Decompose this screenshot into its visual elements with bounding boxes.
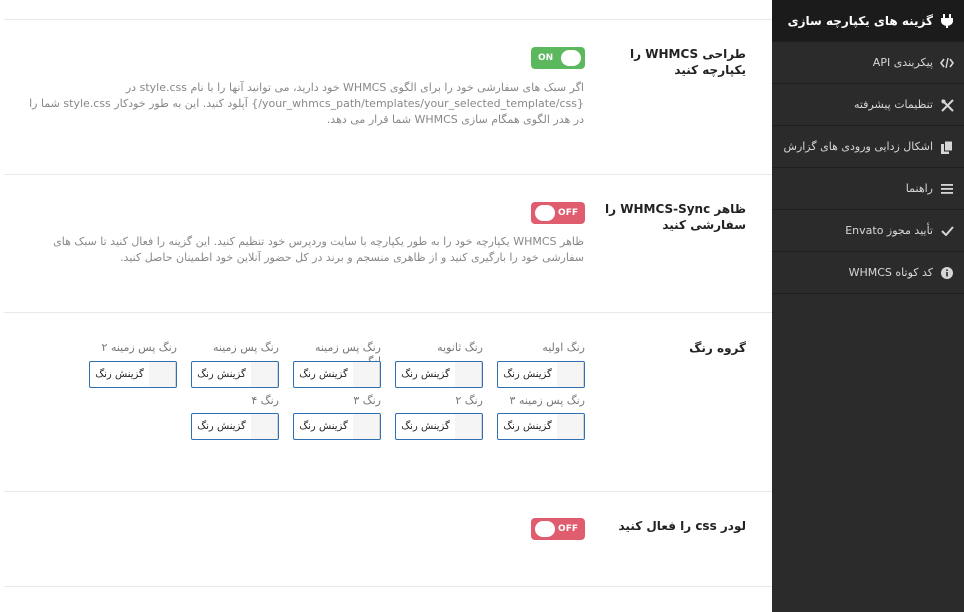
sidebar-item-guide[interactable]: راهنما: [772, 168, 964, 210]
settings-page: طراحی WHMCS را یکپارچه کنید ON اگر سبک ه…: [0, 0, 964, 612]
color-picker-bg[interactable]: گزینش رنگ: [191, 361, 279, 388]
sidebar-item-label: گزینه های یکپارچه سازی: [787, 14, 933, 28]
plug-icon: [940, 14, 954, 28]
sidebar-item-label: تنظیمات پیشرفته: [853, 98, 933, 111]
color-swatch: [557, 414, 584, 439]
menu-icon: [940, 182, 954, 196]
divider: [4, 312, 772, 313]
color-picker-text: گزینش رنگ: [197, 421, 246, 432]
color-swatch: [557, 362, 584, 387]
color-label-color-4: رنگ ۴: [251, 394, 279, 407]
color-picker-secondary[interactable]: گزینش رنگ: [395, 361, 483, 388]
sidebar-item-api-config[interactable]: پیکربندی API: [772, 42, 964, 84]
color-swatch: [149, 362, 176, 387]
toggle-knob: [535, 521, 555, 537]
custom-appearance-toggle[interactable]: OFF: [531, 202, 585, 224]
color-label-color-3: رنگ ۳: [353, 394, 381, 407]
sidebar-item-advanced-settings[interactable]: تنظیمات پیشرفته: [772, 84, 964, 126]
css-loader-toggle[interactable]: OFF: [531, 518, 585, 540]
color-picker-text: گزینش رنگ: [95, 369, 144, 380]
color-picker-text: گزینش رنگ: [401, 421, 450, 432]
color-group-title: گروه رنگ: [689, 341, 746, 355]
seamless-design-description: اگر سبک های سفارشی خود را برای الگوی WHM…: [29, 81, 584, 126]
color-swatch: [353, 362, 380, 387]
sidebar-item-label: کد کوتاه WHMCS: [848, 266, 933, 279]
copy-icon: [940, 140, 954, 154]
seamless-design-toggle[interactable]: ON: [531, 47, 585, 69]
sidebar-item-debug-logs[interactable]: اشکال زدایی ورودی های گزارش: [772, 126, 964, 168]
toggle-state-label: OFF: [558, 208, 578, 218]
color-swatch: [455, 414, 482, 439]
settings-panel: طراحی WHMCS را یکپارچه کنید ON اگر سبک ه…: [0, 0, 772, 612]
toggle-state-label: ON: [538, 53, 554, 63]
color-label-bg: رنگ پس زمینه: [212, 341, 279, 354]
check-icon: [940, 224, 954, 238]
color-swatch: [455, 362, 482, 387]
tools-icon: [940, 98, 954, 112]
divider: [4, 19, 772, 20]
color-picker-primary[interactable]: گزینش رنگ: [497, 361, 585, 388]
color-label-primary: رنگ اولیه: [542, 341, 585, 354]
seamless-design-title: طراحی WHMCS را یکپارچه کنید: [630, 47, 746, 77]
color-picker-bg-3[interactable]: گزینش رنگ: [497, 413, 585, 440]
sidebar-item-integration-options[interactable]: گزینه های یکپارچه سازی: [772, 0, 964, 42]
color-picker-bg-2[interactable]: گزینش رنگ: [89, 361, 177, 388]
color-picker-text: گزینش رنگ: [299, 369, 348, 380]
color-picker-color-2[interactable]: گزینش رنگ: [395, 413, 483, 440]
color-picker-text: گزینش رنگ: [401, 369, 450, 380]
color-swatch: [251, 414, 278, 439]
divider: [4, 586, 772, 587]
sidebar-item-label: اشکال زدایی ورودی های گزارش: [783, 140, 933, 153]
custom-appearance-title: ظاهر WHMCS-Sync را سفارشی کنید: [605, 202, 746, 232]
color-swatch: [353, 414, 380, 439]
color-swatch: [251, 362, 278, 387]
info-icon: [940, 266, 954, 280]
sidebar-item-label: تأیید مجوز Envato: [845, 224, 933, 237]
color-picker-text: گزینش رنگ: [299, 421, 348, 432]
color-label-color-2: رنگ ۲: [455, 394, 483, 407]
toggle-knob: [535, 205, 555, 221]
color-picker-color-4[interactable]: گزینش رنگ: [191, 413, 279, 440]
sidebar-item-envato-license[interactable]: تأیید مجوز Envato: [772, 210, 964, 252]
divider: [4, 174, 772, 175]
color-picker-anchor-bg[interactable]: گزینش رنگ: [293, 361, 381, 388]
toggle-knob: [561, 50, 581, 66]
sidebar-item-shortcodes[interactable]: کد کوتاه WHMCS: [772, 252, 964, 294]
custom-appearance-description: ظاهر WHMCS یکپارچه خود را به طور یکپارچه…: [53, 235, 584, 264]
sidebar: گزینه های یکپارچه سازی پیکربندی API تنظی…: [772, 0, 964, 612]
color-picker-text: گزینش رنگ: [197, 369, 246, 380]
color-label-bg-2: رنگ پس زمینه ۲: [101, 341, 177, 354]
color-label-bg-3: رنگ پس زمینه ۳: [509, 394, 585, 407]
divider: [4, 491, 772, 492]
color-picker-text: گزینش رنگ: [503, 421, 552, 432]
css-loader-title: لودر css را فعال کنید: [618, 519, 747, 533]
color-label-secondary: رنگ ثانویه: [437, 341, 483, 354]
sidebar-item-label: راهنما: [905, 182, 933, 195]
color-picker-color-3[interactable]: گزینش رنگ: [293, 413, 381, 440]
code-icon: [940, 56, 954, 70]
sidebar-item-label: پیکربندی API: [872, 56, 933, 69]
color-picker-text: گزینش رنگ: [503, 369, 552, 380]
toggle-state-label: OFF: [558, 524, 578, 534]
